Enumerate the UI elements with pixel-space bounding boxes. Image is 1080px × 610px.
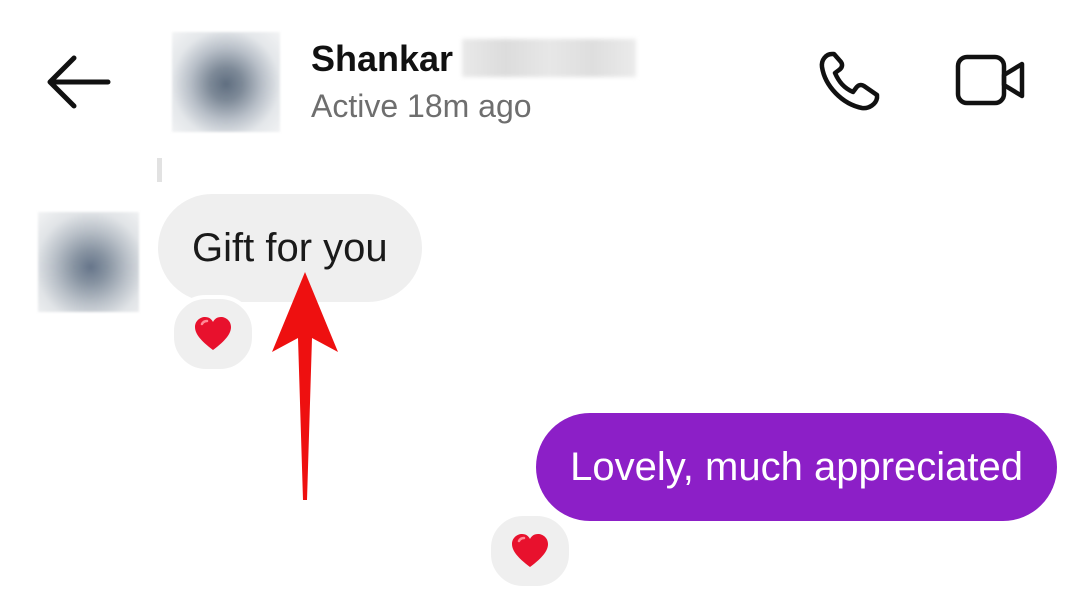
phone-icon — [819, 51, 880, 111]
video-call-button[interactable] — [952, 50, 1028, 110]
heart-icon — [512, 534, 548, 567]
red-arrow-annotation — [272, 272, 338, 500]
arrow-left-icon — [47, 55, 111, 109]
outgoing-message-bubble[interactable]: Lovely, much appreciated — [536, 413, 1057, 521]
heart-icon — [195, 317, 231, 350]
back-button[interactable] — [40, 50, 116, 114]
video-camera-icon — [955, 54, 1025, 106]
outgoing-message-reaction[interactable] — [487, 512, 573, 590]
incoming-message-reaction[interactable] — [170, 295, 256, 373]
redacted-surname — [462, 39, 636, 77]
active-status: Active 18m ago — [311, 88, 532, 124]
contact-name[interactable]: Shankar — [311, 38, 453, 80]
contact-avatar[interactable] — [172, 32, 280, 132]
chat-screen: Shankar Active 18m ago Gift for you Love… — [0, 0, 1080, 610]
voice-call-button[interactable] — [815, 48, 885, 114]
thread-divider — [157, 158, 162, 182]
sender-avatar[interactable] — [38, 212, 139, 312]
